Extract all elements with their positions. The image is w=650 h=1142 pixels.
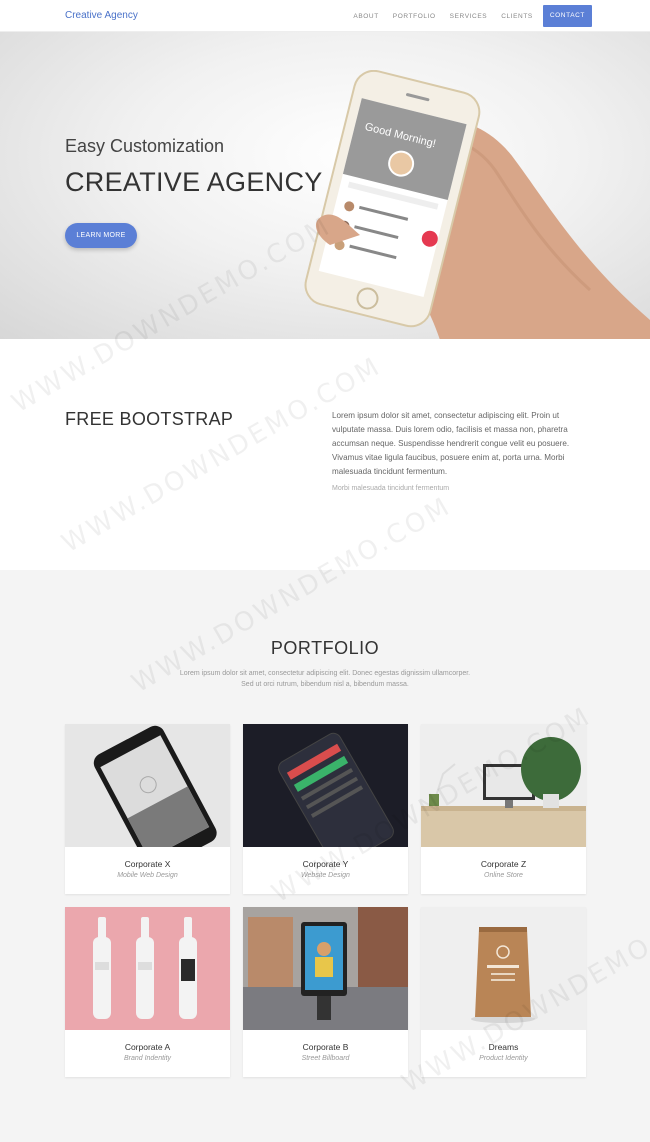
portfolio-card-dreams[interactable]: Dreams Product Identity xyxy=(421,907,586,1077)
about-section: FREE BOOTSTRAP Lorem ipsum dolor sit ame… xyxy=(0,339,650,570)
about-title: FREE BOOTSTRAP xyxy=(65,409,234,429)
portfolio-item-title: Corporate Z xyxy=(480,859,527,869)
portfolio-title: PORTFOLIO xyxy=(270,638,380,658)
brand-logo[interactable]: Creative Agency xyxy=(65,10,138,21)
navbar: Creative Agency ABOUT PORTFOLIO SERVICES… xyxy=(0,0,650,32)
portfolio-item-subtitle: Street Billboard xyxy=(301,1055,350,1062)
portfolio-item-subtitle: Mobile Web Design xyxy=(117,872,178,879)
portfolio-item-title: Dreams xyxy=(488,1042,519,1052)
portfolio-item-title: Corporate Y xyxy=(302,859,349,869)
portfolio-item-subtitle: Online Store xyxy=(484,872,523,879)
portfolio-card-corporate-b[interactable]: Corporate B Street Billboard xyxy=(243,907,408,1077)
portfolio-section: PORTFOLIO Lorem ipsum dolor sit amet, co… xyxy=(0,570,650,1142)
portfolio-item-subtitle: Website Design xyxy=(301,872,350,879)
portfolio-card-corporate-x[interactable]: Corporate X Mobile Web Design xyxy=(65,724,230,894)
hand-phone-image: Good Morning! xyxy=(304,70,650,339)
portfolio-image-dark-app xyxy=(243,724,408,847)
portfolio-image-desk xyxy=(421,724,586,847)
nav-item-clients[interactable]: CLIENTS xyxy=(501,13,533,20)
nav-item-services[interactable]: SERVICES xyxy=(450,13,488,20)
portfolio-image-billboard xyxy=(243,907,408,1030)
hero-section: Easy Customization CREATIVE AGENCY LEARN… xyxy=(0,32,650,339)
portfolio-desc-line-1: Lorem ipsum dolor sit amet, consectetur … xyxy=(179,670,471,677)
portfolio-item-title: Corporate A xyxy=(124,1042,171,1052)
portfolio-image-phone xyxy=(65,724,230,847)
contact-button[interactable]: CONTACT xyxy=(542,5,592,27)
portfolio-item-subtitle: Brand Indentity xyxy=(123,1055,172,1062)
nav-menu: ABOUT PORTFOLIO SERVICES CLIENTS CONTACT xyxy=(339,5,592,27)
about-note: Morbi malesuada tincidunt fermentum xyxy=(332,485,450,492)
portfolio-description: Lorem ipsum dolor sit amet, consectetur … xyxy=(150,668,500,690)
portfolio-item-title: Corporate X xyxy=(124,859,171,869)
portfolio-item-subtitle: Product Identity xyxy=(479,1055,528,1062)
learn-more-button[interactable]: LEARN MORE xyxy=(65,223,137,248)
portfolio-card-corporate-a[interactable]: Corporate A Brand Indentity xyxy=(65,907,230,1077)
hero-title: CREATIVE AGENCY xyxy=(65,167,323,197)
portfolio-image-coffee-bag xyxy=(421,907,586,1030)
portfolio-desc-line-2: Sed ut orci rutrum, bibendum nisl a, bib… xyxy=(241,681,409,688)
hero-subtitle: Easy Customization xyxy=(65,136,225,156)
portfolio-card-corporate-z[interactable]: Corporate Z Online Store xyxy=(421,724,586,894)
portfolio-card-corporate-y[interactable]: Corporate Y Website Design xyxy=(243,724,408,894)
nav-item-about[interactable]: ABOUT xyxy=(353,13,378,20)
portfolio-image-bottles xyxy=(65,907,230,1030)
nav-item-portfolio[interactable]: PORTFOLIO xyxy=(393,13,436,20)
about-text: Lorem ipsum dolor sit amet, consectetur … xyxy=(332,411,570,477)
portfolio-item-title: Corporate B xyxy=(302,1042,349,1052)
